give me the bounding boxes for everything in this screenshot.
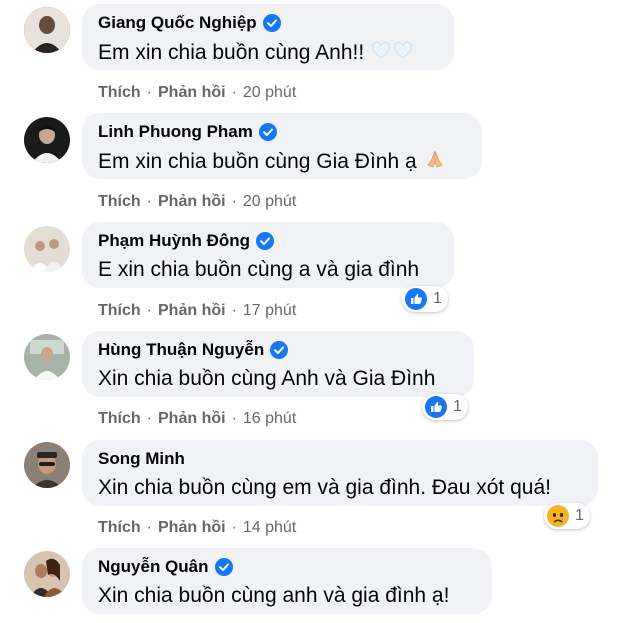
reply-action[interactable]: Phản hồi bbox=[158, 84, 226, 102]
commenter-name[interactable]: Linh Phuong Pham bbox=[98, 122, 253, 142]
sad-icon bbox=[547, 505, 569, 527]
like-action[interactable]: Thích bbox=[98, 410, 141, 428]
like-icon bbox=[425, 396, 447, 418]
separator-dot: · bbox=[231, 302, 237, 319]
separator-dot: · bbox=[231, 193, 237, 210]
comment-bubble: Linh Phuong Pham Em xin chia buồn cùng G… bbox=[82, 113, 482, 179]
avatar[interactable] bbox=[24, 7, 70, 53]
comment-bubble: Song Minh Xin chia buồn cùng em và gia đ… bbox=[82, 440, 598, 506]
comment-text: Xin chia buồn cùng em và gia đình. Đau x… bbox=[98, 476, 551, 499]
commenter-name[interactable]: Song Minh bbox=[98, 449, 185, 469]
comment-actions: Thích · Phản hồi · 20 phút bbox=[98, 84, 296, 102]
like-icon bbox=[405, 288, 427, 310]
comment-bubble: Hùng Thuận Nguyễn Xin chia buồn cùng Anh… bbox=[82, 331, 474, 397]
avatar[interactable] bbox=[24, 226, 70, 272]
like-action[interactable]: Thích bbox=[98, 193, 141, 211]
comment-text: Em xin chia buồn cùng Gia Đình ạ bbox=[98, 149, 466, 175]
commenter-name[interactable]: Phạm Huỳnh Đông bbox=[98, 231, 250, 251]
avatar[interactable] bbox=[24, 551, 70, 597]
white-heart-icon bbox=[370, 40, 416, 66]
reaction-summary[interactable]: 1 bbox=[422, 394, 468, 420]
reaction-count: 1 bbox=[453, 398, 462, 415]
verified-badge-icon bbox=[258, 123, 277, 141]
avatar[interactable] bbox=[24, 334, 70, 380]
verified-badge-icon bbox=[262, 14, 281, 32]
reply-action[interactable]: Phản hồi bbox=[158, 410, 226, 428]
comment-actions: Thích · Phản hồi · 16 phút bbox=[98, 410, 296, 428]
reaction-count: 1 bbox=[433, 290, 442, 307]
timestamp[interactable]: 20 phút bbox=[243, 193, 296, 211]
reply-action[interactable]: Phản hồi bbox=[158, 302, 226, 320]
reply-action[interactable]: Phản hồi bbox=[158, 193, 226, 211]
like-action[interactable]: Thích bbox=[98, 84, 141, 102]
comment-bubble: Nguyễn Quân Xin chia buồn cùng anh và gi… bbox=[82, 548, 492, 614]
reply-action[interactable]: Phản hồi bbox=[158, 519, 226, 537]
timestamp[interactable]: 17 phút bbox=[243, 302, 296, 320]
like-action[interactable]: Thích bbox=[98, 302, 141, 320]
verified-badge-icon bbox=[256, 232, 275, 250]
comment-text: Xin chia buồn cùng anh và gia đình ạ! bbox=[98, 584, 450, 607]
like-action[interactable]: Thích bbox=[98, 519, 141, 537]
folded-hands-icon bbox=[425, 149, 445, 175]
separator-dot: · bbox=[146, 302, 152, 319]
reaction-summary[interactable]: 1 bbox=[402, 286, 448, 312]
comment-actions: Thích · Phản hồi · 17 phút bbox=[98, 302, 296, 320]
timestamp[interactable]: 14 phút bbox=[243, 519, 296, 537]
separator-dot: · bbox=[146, 410, 152, 427]
comment-text: E xin chia buồn cùng a và gia đình bbox=[98, 258, 420, 281]
commenter-name[interactable]: Nguyễn Quân bbox=[98, 557, 209, 577]
separator-dot: · bbox=[231, 519, 237, 536]
commenter-name[interactable]: Hùng Thuận Nguyễn bbox=[98, 340, 264, 360]
separator-dot: · bbox=[231, 84, 237, 101]
comment-text: Em xin chia buồn cùng Anh!! bbox=[98, 40, 438, 66]
comment-text: Xin chia buồn cùng Anh và Gia Đình bbox=[98, 367, 436, 390]
reaction-summary[interactable]: 1 bbox=[544, 503, 590, 529]
verified-badge-icon bbox=[214, 558, 233, 576]
comment-bubble: Phạm Huỳnh Đông E xin chia buồn cùng a v… bbox=[82, 222, 454, 288]
comment-actions: Thích · Phản hồi · 14 phút bbox=[98, 519, 296, 537]
separator-dot: · bbox=[146, 193, 152, 210]
separator-dot: · bbox=[146, 84, 152, 101]
avatar[interactable] bbox=[24, 442, 70, 488]
commenter-name[interactable]: Giang Quốc Nghiệp bbox=[98, 13, 257, 33]
separator-dot: · bbox=[231, 410, 237, 427]
separator-dot: · bbox=[146, 519, 152, 536]
reaction-count: 1 bbox=[575, 507, 584, 524]
comment-bubble: Giang Quốc Nghiệp Em xin chia buồn cùng … bbox=[82, 4, 454, 70]
timestamp[interactable]: 20 phút bbox=[243, 84, 296, 102]
timestamp[interactable]: 16 phút bbox=[243, 410, 296, 428]
verified-badge-icon bbox=[270, 341, 289, 359]
avatar[interactable] bbox=[24, 117, 70, 163]
comment-actions: Thích · Phản hồi · 20 phút bbox=[98, 193, 296, 211]
